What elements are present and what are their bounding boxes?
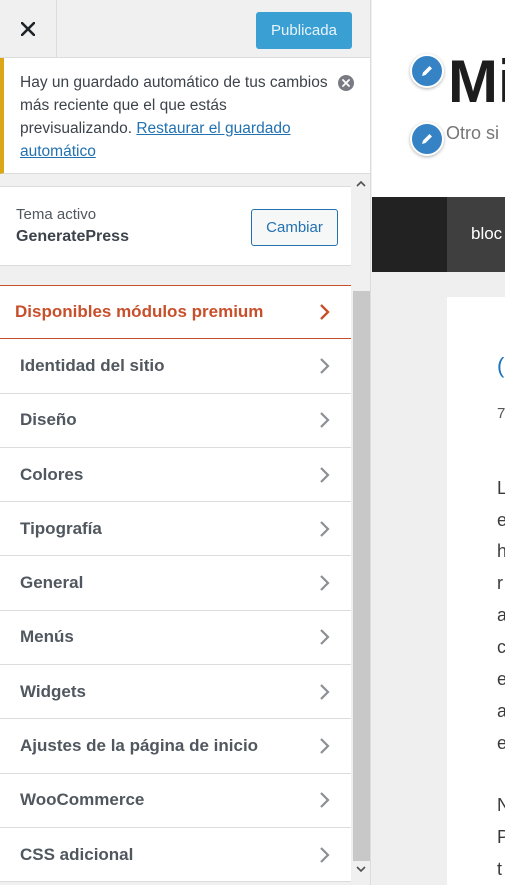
close-icon xyxy=(342,79,350,87)
preview-body-text: e xyxy=(497,733,505,753)
preview-body-text: L xyxy=(497,478,505,498)
preview-site-tagline: Otro si xyxy=(446,123,500,143)
active-theme-label: Tema activo xyxy=(16,206,97,223)
chevron-right-icon xyxy=(320,575,330,591)
preview-body-text: a xyxy=(497,701,505,721)
close-icon xyxy=(21,22,35,36)
customizer-sections: Disponibles módulos premium Identidad de… xyxy=(0,285,351,883)
scroll-down-arrow[interactable] xyxy=(351,865,370,879)
preview-body-text: t xyxy=(497,859,503,879)
chevron-right-icon xyxy=(320,304,330,320)
preview-body-text: c xyxy=(497,637,505,657)
section-widgets[interactable]: Widgets xyxy=(0,665,351,720)
chevron-right-icon xyxy=(320,738,330,754)
panel-list: Tema activo GeneratePress Cambiar Dispon… xyxy=(0,174,370,885)
section-label: CSS adicional xyxy=(20,844,134,864)
section-woocommerce[interactable]: WooCommerce xyxy=(0,773,351,828)
preview-body-text: e xyxy=(497,510,505,530)
active-theme-name: GeneratePress xyxy=(16,228,129,245)
preview-article: ( 7 L e h r a c e a e N P t xyxy=(447,297,505,885)
preview-site-header: Mi Otro si xyxy=(372,0,505,197)
preview-post-date: 7 xyxy=(497,405,505,422)
section-label: Identidad del sitio xyxy=(20,355,165,375)
scrollbar-thumb[interactable] xyxy=(353,291,370,861)
section-homepage-settings[interactable]: Ajustes de la página de inicio xyxy=(0,719,351,774)
section-layout[interactable]: Diseño xyxy=(0,393,351,448)
publish-button[interactable]: Publicada xyxy=(256,12,352,49)
customizer-sidebar: Publicada Hay un guardado automático de … xyxy=(0,0,371,885)
section-label: Tipografía xyxy=(20,518,102,538)
section-label: Colores xyxy=(20,464,84,484)
active-theme-section: Tema activo GeneratePress Cambiar xyxy=(0,186,351,266)
preview-body-text: N xyxy=(497,795,505,815)
section-label: Menús xyxy=(20,627,74,647)
site-preview: Mi Otro si bloc ( 7 L e h r a c e a e N … xyxy=(372,0,505,885)
section-label: Disponibles módulos premium xyxy=(15,302,264,322)
preview-body-text: h xyxy=(497,541,505,561)
chevron-right-icon xyxy=(320,683,330,700)
change-theme-button[interactable]: Cambiar xyxy=(251,209,338,246)
close-button[interactable] xyxy=(0,0,57,58)
section-site-identity[interactable]: Identidad del sitio xyxy=(0,339,351,394)
chevron-right-icon xyxy=(320,466,330,483)
edit-site-title-shortcut[interactable] xyxy=(410,54,444,88)
chevron-down-icon xyxy=(356,866,366,873)
section-label: Ajustes de la página de inicio xyxy=(20,736,259,756)
section-additional-css[interactable]: CSS adicional xyxy=(0,827,351,883)
edit-tagline-shortcut[interactable] xyxy=(410,122,444,156)
section-general[interactable]: General xyxy=(0,556,351,611)
pencil-icon xyxy=(422,134,432,144)
chevron-right-icon xyxy=(320,412,330,429)
section-colors[interactable]: Colores xyxy=(0,447,351,503)
preview-body-text: a xyxy=(497,605,505,625)
section-label: General xyxy=(20,573,84,593)
section-menus[interactable]: Menús xyxy=(0,610,351,666)
preview-body-text: e xyxy=(497,669,505,689)
chevron-right-icon xyxy=(320,792,330,809)
section-label: Diseño xyxy=(20,410,77,430)
scroll-up-arrow[interactable] xyxy=(351,180,370,194)
section-typography[interactable]: Tipografía xyxy=(0,502,351,557)
preview-site-title: Mi xyxy=(448,48,505,115)
preview-body-text: P xyxy=(497,827,505,847)
section-label: WooCommerce xyxy=(20,790,145,810)
customizer-header: Publicada xyxy=(0,0,370,58)
section-premium-modules[interactable]: Disponibles módulos premium xyxy=(0,285,351,340)
chevron-right-icon xyxy=(320,846,330,863)
pencil-icon xyxy=(422,66,432,76)
preview-nav-bar: bloc xyxy=(372,197,505,272)
section-label: Widgets xyxy=(20,681,86,701)
preview-nav-item[interactable]: bloc xyxy=(447,197,505,272)
chevron-right-icon xyxy=(320,358,330,374)
preview-body-text: r xyxy=(497,573,503,593)
chevron-up-icon xyxy=(356,180,366,187)
chevron-right-icon xyxy=(320,521,330,537)
panel-scrollbar[interactable] xyxy=(351,174,370,885)
dismiss-notice-button[interactable] xyxy=(338,75,354,91)
chevron-right-icon xyxy=(320,629,330,646)
autosave-notice: Hay un guardado automático de tus cambio… xyxy=(0,58,370,174)
preview-post-title-link[interactable]: ( xyxy=(497,353,504,379)
